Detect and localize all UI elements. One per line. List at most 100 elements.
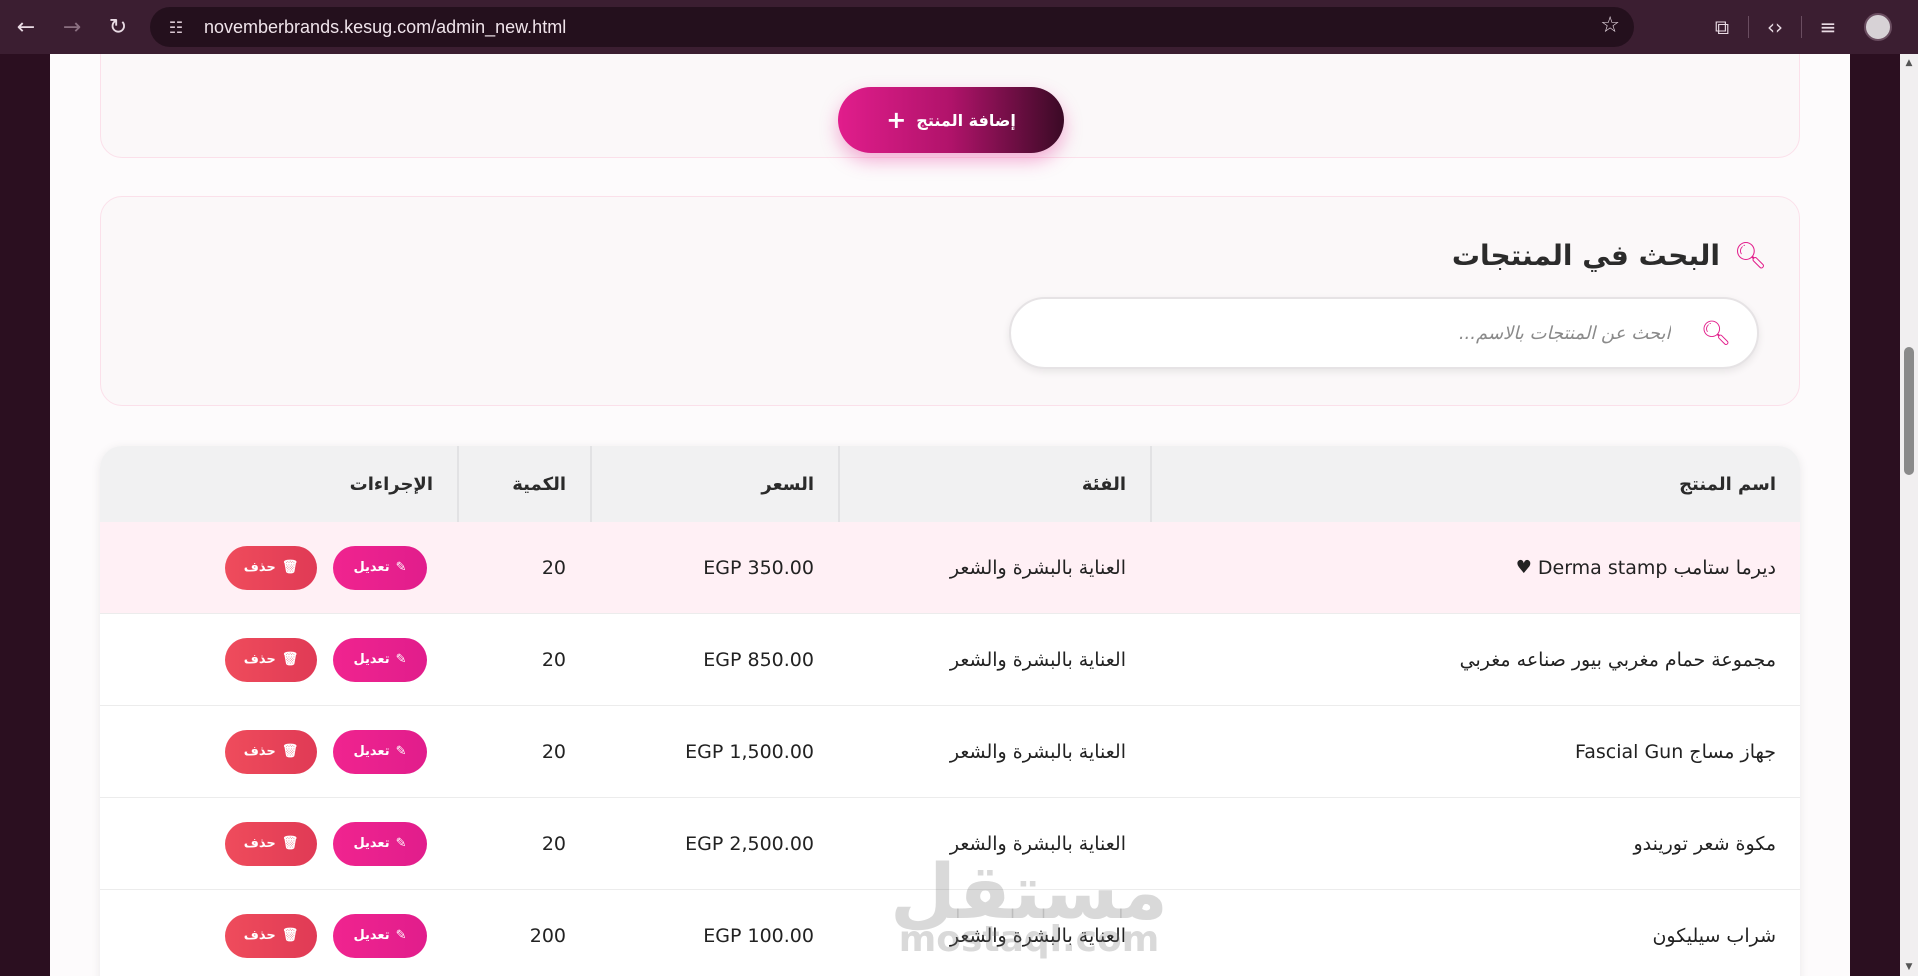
delete-button[interactable]: 🗑︎ حذف [225,729,317,774]
cell-category: العناية بالبشرة والشعر [949,556,1126,579]
table-row[interactable]: شراب سيليكون العناية بالبشرة والشعر EGP … [100,890,1800,976]
cell-name: جهاز مساج Fascial Gun [1575,740,1776,763]
vertical-scrollbar[interactable]: ▲ ▼ [1900,54,1918,976]
search-title: البحث في المنتجات [1451,239,1720,272]
devtools-code-icon[interactable]: ‹› [1753,7,1797,47]
site-settings-icon[interactable]: ☷ [162,13,190,41]
table-header: اسم المنتج الفئة السعر الكمية الإجراءات [100,446,1800,522]
reload-icon[interactable]: ↻ [98,7,138,47]
toolbar-divider [1801,16,1802,38]
cell-name: شراب سيليكون [1652,924,1776,947]
cell-actions: ✎ تعديل 🗑︎ حذف [100,890,457,976]
cell-category: العناية بالبشرة والشعر [949,648,1126,671]
cell-price: EGP 2,500.00 [685,832,814,855]
cell-name: ديرما ستامب Derma stamp ♥ [1150,522,1800,614]
delete-label: حذف [243,652,276,667]
edit-button[interactable]: ✎ تعديل [333,637,427,682]
search-heading: 🔍︎ البحث في المنتجات [1452,239,1767,272]
cell-category: العناية بالبشرة والشعر [949,832,1126,855]
trash-icon: 🗑︎ [281,744,299,759]
search-field[interactable]: 🔍︎ [1009,297,1759,369]
cell-actions: ✎ تعديل 🗑︎ حذف [100,706,457,798]
add-product-label: إضافة المنتج [916,110,1016,130]
edit-label: تعديل [353,560,390,575]
search-input[interactable] [1110,322,1671,344]
header-name[interactable]: اسم المنتج [1150,446,1800,522]
back-arrow-icon[interactable]: ← [6,7,46,47]
cell-actions: ✎ تعديل 🗑︎ حذف [100,522,457,614]
edit-icon: ✎ [395,560,407,575]
scroll-up-arrow-icon[interactable]: ▲ [1904,58,1914,68]
edit-button[interactable]: ✎ تعديل [333,913,427,958]
edit-button[interactable]: ✎ تعديل [333,545,427,590]
cell-category: العناية بالبشرة والشعر [949,740,1126,763]
cell-quantity: 20 [541,556,566,579]
header-price[interactable]: السعر [590,446,838,522]
browser-toolbar: ← → ↻ ☷ novemberbrands.kesug.com/admin_n… [0,0,1918,54]
edit-label: تعديل [353,652,390,667]
header-category[interactable]: الفئة [838,446,1150,522]
products-table: اسم المنتج الفئة السعر الكمية الإجراءات … [100,446,1800,976]
delete-button[interactable]: 🗑︎ حذف [225,821,317,866]
edit-label: تعديل [353,744,390,759]
profile-avatar[interactable] [1864,13,1892,41]
edit-button[interactable]: ✎ تعديل [333,821,427,866]
trash-icon: 🗑︎ [281,560,299,575]
edit-icon: ✎ [395,928,407,943]
page-viewport: + إضافة المنتج 🔍︎ البحث في المنتجات 🔍︎ ا… [0,54,1918,976]
cell-quantity: 20 [541,740,566,763]
admin-page: + إضافة المنتج 🔍︎ البحث في المنتجات 🔍︎ ا… [50,54,1850,976]
delete-button[interactable]: 🗑︎ حذف [225,637,317,682]
search-icon: 🔍︎ [1700,319,1731,347]
plus-icon: + [886,106,907,134]
edit-label: تعديل [353,836,390,851]
cell-actions: ✎ تعديل 🗑︎ حذف [100,614,457,706]
cell-quantity: 20 [541,832,566,855]
table-row[interactable]: مجموعة حمام مغربي بيور صناعه مغربي العنا… [100,614,1800,706]
address-bar[interactable]: ☷ novemberbrands.kesug.com/admin_new.htm… [150,7,1634,47]
forward-arrow-icon[interactable]: → [52,7,92,47]
toolbar-divider [1748,16,1749,38]
cell-price: EGP 100.00 [703,924,814,947]
cell-price: EGP 350.00 [703,556,814,579]
delete-label: حذف [243,928,276,943]
cell-price: EGP 850.00 [703,648,814,671]
add-product-button[interactable]: + إضافة المنتج [838,87,1064,153]
trash-icon: 🗑︎ [281,652,299,667]
bookmark-star-icon[interactable]: ☆ [1600,13,1620,38]
table-row[interactable]: مكوة شعر توريندو العناية بالبشرة والشعر … [100,798,1800,890]
scrollbar-thumb[interactable] [1904,347,1914,475]
edit-icon: ✎ [395,836,407,851]
header-actions: الإجراءات [349,473,433,495]
trash-icon: 🗑︎ [281,836,299,851]
cell-name: مكوة شعر توريندو [1633,832,1776,855]
product-name: ديرما ستامب Derma stamp [1537,556,1776,579]
heart-icon: ♥ [1515,557,1532,578]
cell-quantity: 200 [529,924,566,947]
cell-category: العناية بالبشرة والشعر [949,924,1126,947]
edit-icon: ✎ [395,652,407,667]
edit-label: تعديل [353,928,390,943]
cell-quantity: 20 [541,648,566,671]
cell-price: EGP 1,500.00 [685,740,814,763]
delete-label: حذف [243,836,276,851]
edit-icon: ✎ [395,744,407,759]
delete-label: حذف [243,560,276,575]
table-row[interactable]: ديرما ستامب Derma stamp ♥ العناية بالبشر… [100,522,1800,614]
search-card: 🔍︎ البحث في المنتجات 🔍︎ [100,196,1800,406]
table-row[interactable]: جهاز مساج Fascial Gun العناية بالبشرة وا… [100,706,1800,798]
media-queue-icon[interactable]: ≡ [1806,7,1850,47]
edit-button[interactable]: ✎ تعديل [333,729,427,774]
extensions-icon[interactable]: ⧉ [1700,7,1744,47]
scroll-down-arrow-icon[interactable]: ▼ [1904,962,1914,972]
delete-label: حذف [243,744,276,759]
header-quantity[interactable]: الكمية [457,446,590,522]
url-text: novemberbrands.kesug.com/admin_new.html [204,16,567,37]
search-icon: 🔍︎ [1733,240,1767,271]
add-product-card: + إضافة المنتج [100,54,1800,158]
delete-button[interactable]: 🗑︎ حذف [225,545,317,590]
delete-button[interactable]: 🗑︎ حذف [225,913,317,958]
trash-icon: 🗑︎ [281,928,299,943]
cell-name: مجموعة حمام مغربي بيور صناعه مغربي [1459,648,1776,671]
cell-actions: ✎ تعديل 🗑︎ حذف [100,798,457,890]
